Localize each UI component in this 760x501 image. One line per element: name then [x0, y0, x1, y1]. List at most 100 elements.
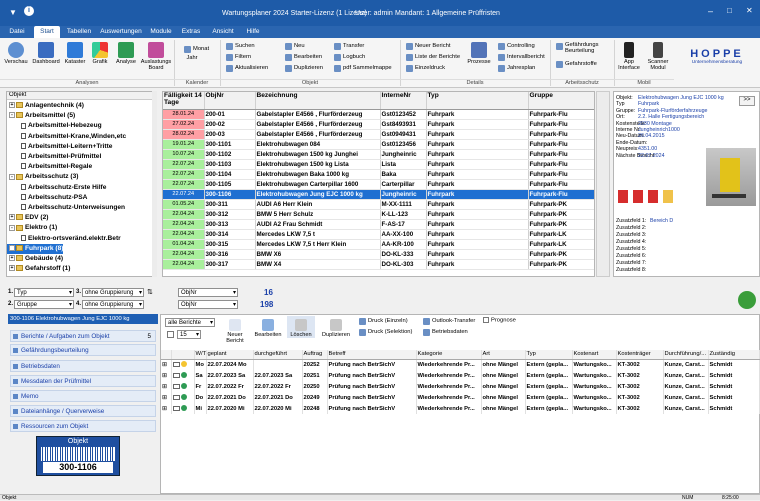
berichte-aufgaben-link[interactable]: Berichte / Aufgaben zum Objekt 5	[10, 330, 156, 342]
dashboard-button[interactable]: Dashboard	[31, 39, 61, 65]
grouping-combo-4[interactable]: ohne Gruppierung	[82, 300, 144, 309]
bearbeiten-tool[interactable]: Bearbeiten	[251, 316, 285, 338]
messdaten-link[interactable]: Messdaten der Prüfmittel	[10, 375, 156, 387]
table-row[interactable]: 01.05.24 300-311 AUDI A6 Herr Klein M-XX-11…	[163, 199, 594, 210]
tab-extras[interactable]: Extras	[178, 26, 204, 38]
table-row[interactable]: 01.04.24 300-315 Mercedes LKW 7,5 t Herr K…	[163, 239, 594, 250]
col-gruppe[interactable]: Gruppe	[528, 92, 594, 110]
table-row[interactable]: 22.04.24 300-313 AUDI A2 Frau Schmidt F-AS-…	[163, 219, 594, 230]
row-expand-icon[interactable]: ⊞	[161, 392, 172, 403]
tree-item[interactable]: + Gefahrstoff (1)	[7, 264, 70, 274]
tree-item[interactable]: Arbeitsmittel-Regale	[7, 162, 92, 172]
tree-item[interactable]: + EDV (2)	[7, 213, 48, 223]
tree-item[interactable]: Arbeitsmittel-Hebezeug	[7, 121, 102, 131]
druck-einzeln-button[interactable]: Druck (Einzeln)	[359, 317, 408, 326]
tree-item[interactable]: Arbeitsmittel-Krane,Winden,etc	[7, 132, 126, 142]
bearbeiten-button[interactable]: Bearbeiten	[285, 53, 322, 62]
report-column-header[interactable]: Betreff	[327, 350, 417, 360]
kataster-button[interactable]: Kataster	[62, 39, 88, 65]
suchen-button[interactable]: Suchen	[226, 42, 255, 51]
report-row[interactable]: ⊞ Mo 22.07.2024 Mo 20252 Prüfung nach BetrSi…	[161, 359, 760, 370]
expand-toggle-icon[interactable]: -	[9, 173, 15, 180]
report-row[interactable]: ⊞ Mi 22.07.2020 Mi 22.07.2020 Mi 20248 Prüfun…	[161, 403, 760, 414]
col-typ[interactable]: Typ	[426, 92, 529, 110]
info-icon[interactable]: i	[24, 6, 34, 16]
menu-arrow-icon[interactable]: ▼	[9, 8, 17, 17]
intervallbericht-button[interactable]: Intervallbericht	[498, 53, 545, 62]
report-column-header[interactable]: Kategorie	[416, 350, 482, 360]
transfer-button[interactable]: Transfer	[334, 42, 364, 51]
report-column-header[interactable]: Zuständig	[708, 350, 760, 360]
report-column-header[interactable]: W/T	[194, 350, 207, 360]
table-row[interactable]: 22.07.24 300-1106 Elektrohubwagen Jung EJC…	[163, 189, 594, 200]
table-row[interactable]: 22.04.24 300-317 BMW X4 DO-KL-303 Fuhrpark Fu…	[163, 259, 594, 270]
minimize-button[interactable]: –	[708, 6, 713, 16]
table-row[interactable]: 22.04.24 300-314 Mercedes LKW 7,5 t AA-XX-1…	[163, 229, 594, 240]
report-row[interactable]: ⊞ Do 22.07.2021 Do 22.07.2021 Do 20249 Prüfun…	[161, 392, 760, 403]
gefaehrdungsbeurteilung-link[interactable]: Gefährdungsbeurteilung	[10, 344, 156, 356]
tab-hilfe[interactable]: Hilfe	[242, 26, 264, 38]
tree-item[interactable]: Arbeitsmittel-Prüfmittel	[7, 152, 101, 162]
jahr-button[interactable]: Jahr	[177, 55, 207, 61]
report-column-header[interactable]: Auftrag	[302, 350, 328, 360]
report-column-header[interactable]: Art	[481, 350, 526, 360]
sort-combo-2[interactable]: ObjNr	[178, 300, 238, 309]
gefahrstoffe-button[interactable]: Gefahrstoffe	[556, 60, 597, 69]
more-button[interactable]: >>	[739, 96, 755, 106]
table-row[interactable]: 28.01.24 200-01 Gabelstapler E4566 , Flurf…	[163, 109, 594, 120]
report-column-header[interactable]: Kostenart	[572, 350, 617, 360]
pdf-icon[interactable]	[632, 190, 643, 203]
table-row[interactable]: 22.07.24 300-1105 Elektrohubwagen Carterpi…	[163, 179, 594, 190]
app-interface-button[interactable]: App Interface	[616, 39, 642, 71]
table-row[interactable]: 19.01.24 300-1101 Elektrohubwagen 084 Gst01…	[163, 139, 594, 150]
grouping-combo-1[interactable]: Typ	[14, 288, 74, 297]
pdf-sammelmappe-button[interactable]: pdf Sammelmappe	[334, 64, 392, 73]
tab-start[interactable]: Start	[34, 26, 60, 38]
table-row[interactable]: 22.04.24 300-312 BMW 5 Herr Schulz K-LL-123…	[163, 209, 594, 220]
row-expand-icon[interactable]: ⊞	[161, 359, 172, 370]
report-column-header[interactable]: Typ	[525, 350, 573, 360]
refresh-icon[interactable]	[738, 291, 756, 309]
tree-item[interactable]: Arbeitsschutz-PSA	[7, 193, 87, 203]
logbuch-button[interactable]: Logbuch	[334, 53, 365, 62]
prozesse-button[interactable]: Prozesse	[465, 39, 493, 65]
expand-toggle-icon[interactable]: -	[9, 224, 15, 231]
loeschen-tool[interactable]: Löschen	[287, 316, 315, 338]
col-bezeichnung[interactable]: Bezeichnung	[255, 92, 381, 110]
report-column-header[interactable]: durchgeführt	[253, 350, 303, 360]
duplizieren-button[interactable]: Duplizieren	[285, 64, 323, 73]
report-column-header[interactable]: Kostenträger	[616, 350, 664, 360]
tree-item[interactable]: Arbeitsmittel-Leitern+Tritte	[7, 142, 112, 152]
expand-toggle-icon[interactable]: +	[9, 255, 15, 262]
tab-module[interactable]: Module	[148, 26, 174, 38]
tree-item[interactable]: + Gebäude (4)	[7, 254, 63, 264]
sort-combo-1[interactable]: ObjNr	[178, 288, 238, 297]
tree-item[interactable]: Arbeitsschutz-Unterweisungen	[7, 203, 125, 213]
auslastungsboard-button[interactable]: Auslastungs Board	[140, 39, 172, 71]
report-filter-combo[interactable]: alle Berichte	[165, 318, 215, 327]
druck-selektion-button[interactable]: Druck (Selektion)	[359, 328, 412, 337]
neu-button[interactable]: Neu	[285, 42, 305, 51]
expand-toggle-icon[interactable]: +	[9, 245, 15, 252]
report-column-header[interactable]: Durchführung/...	[663, 350, 709, 360]
table-row[interactable]: 22.04.24 300-316 BMW X6 DO-KL-333 Fuhrpark Fu…	[163, 249, 594, 260]
tree-item[interactable]: - Arbeitsmittel (5)	[7, 111, 75, 121]
tree-scrollbar[interactable]	[152, 91, 157, 277]
tree-item[interactable]: - Arbeitsschutz (3)	[7, 172, 79, 182]
grid-scrollbar[interactable]	[596, 91, 610, 277]
gefaehrdungsbeurteilung-button[interactable]: Gefährdungs Beurteilung	[556, 42, 606, 56]
aktualisieren-button[interactable]: Aktualisieren	[226, 64, 268, 73]
memo-link[interactable]: Memo	[10, 390, 156, 402]
sort-icon[interactable]: ⇅	[147, 288, 153, 296]
tree-item[interactable]: Arbeitsschutz-Erste Hilfe	[7, 183, 106, 193]
report-column-header[interactable]	[161, 350, 172, 360]
ressourcen-link[interactable]: Ressourcen zum Objekt	[10, 420, 156, 432]
report-checkbox[interactable]	[167, 331, 174, 338]
jahresplan-button[interactable]: Jahresplan	[498, 64, 535, 73]
col-faelligkeit[interactable]: Fälligkeit 14 Tage	[163, 92, 205, 110]
duplizieren-tool[interactable]: Duplizieren	[319, 316, 353, 338]
report-column-header[interactable]: geplant	[206, 350, 254, 360]
neuer-bericht-tool[interactable]: Neuer Bericht	[221, 316, 249, 344]
expand-toggle-icon[interactable]: -	[9, 112, 15, 119]
prognose-checkbox[interactable]: Prognose	[483, 317, 516, 324]
